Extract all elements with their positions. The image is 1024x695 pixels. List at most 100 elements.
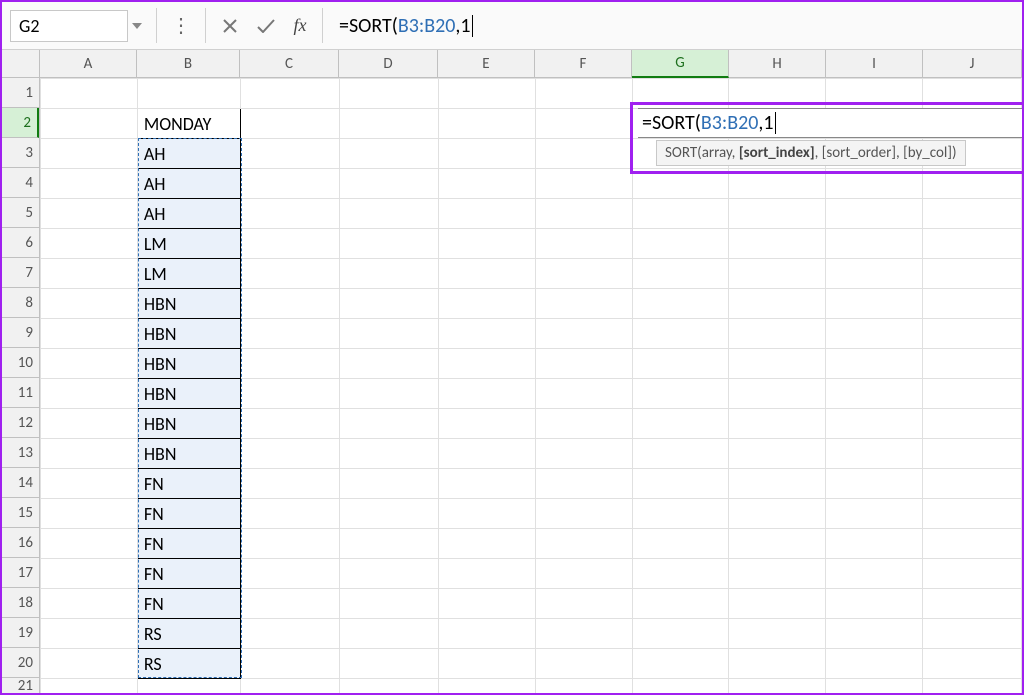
cell[interactable]: [41, 409, 138, 439]
cell[interactable]: [535, 349, 632, 379]
cell[interactable]: [41, 199, 138, 229]
cell[interactable]: AH: [137, 199, 241, 229]
cell[interactable]: [439, 199, 536, 229]
cell[interactable]: [241, 499, 340, 529]
column-header[interactable]: J: [923, 50, 1022, 78]
cell[interactable]: [632, 79, 729, 109]
row-header[interactable]: 18: [2, 588, 39, 618]
cell[interactable]: [340, 289, 439, 319]
cell[interactable]: [729, 439, 826, 469]
cell[interactable]: [826, 649, 923, 679]
cell[interactable]: [826, 379, 923, 409]
cell[interactable]: RS: [137, 619, 241, 649]
cell[interactable]: [41, 559, 138, 589]
cell[interactable]: [923, 349, 1022, 379]
cell[interactable]: [535, 259, 632, 289]
cell[interactable]: [41, 649, 138, 679]
cell[interactable]: [535, 79, 632, 109]
row-header[interactable]: 9: [2, 318, 39, 348]
cell[interactable]: [535, 619, 632, 649]
cell[interactable]: [632, 589, 729, 619]
cell[interactable]: [41, 349, 138, 379]
row-header[interactable]: 4: [2, 168, 39, 198]
name-box[interactable]: G2: [10, 10, 128, 42]
cell[interactable]: [729, 619, 826, 649]
cell[interactable]: [632, 379, 729, 409]
cell[interactable]: [241, 349, 340, 379]
cell[interactable]: [826, 499, 923, 529]
cell[interactable]: [340, 559, 439, 589]
cell[interactable]: [632, 349, 729, 379]
cell[interactable]: [340, 349, 439, 379]
cell[interactable]: [439, 139, 536, 169]
cell[interactable]: [241, 229, 340, 259]
cell[interactable]: RS: [137, 649, 241, 679]
cell[interactable]: [632, 499, 729, 529]
cell[interactable]: [923, 469, 1022, 499]
cell[interactable]: [923, 529, 1022, 559]
cell[interactable]: [729, 289, 826, 319]
cell[interactable]: [632, 649, 729, 679]
cell[interactable]: [826, 289, 923, 319]
cell[interactable]: [41, 259, 138, 289]
cell[interactable]: [729, 679, 826, 694]
cell[interactable]: [439, 349, 536, 379]
row-header[interactable]: 6: [2, 228, 39, 258]
cell[interactable]: [241, 169, 340, 199]
cell[interactable]: AH: [137, 139, 241, 169]
cell[interactable]: [241, 559, 340, 589]
column-header[interactable]: I: [826, 50, 923, 78]
cancel-button[interactable]: [212, 2, 248, 49]
cell[interactable]: [41, 289, 138, 319]
cell[interactable]: [923, 259, 1022, 289]
cell[interactable]: [923, 289, 1022, 319]
cell[interactable]: [535, 649, 632, 679]
cell[interactable]: [340, 259, 439, 289]
cell[interactable]: [729, 589, 826, 619]
cell[interactable]: [241, 469, 340, 499]
cell[interactable]: [826, 439, 923, 469]
cell[interactable]: HBN: [137, 379, 241, 409]
cell[interactable]: [632, 319, 729, 349]
cell[interactable]: [535, 109, 632, 139]
cell[interactable]: [241, 199, 340, 229]
cell[interactable]: [923, 319, 1022, 349]
enter-button[interactable]: [248, 2, 284, 49]
cell[interactable]: [729, 229, 826, 259]
cell[interactable]: [340, 649, 439, 679]
cell[interactable]: [41, 679, 138, 694]
cell[interactable]: [41, 319, 138, 349]
cell[interactable]: [826, 469, 923, 499]
cell[interactable]: [41, 169, 138, 199]
cell[interactable]: [535, 289, 632, 319]
cell[interactable]: [729, 379, 826, 409]
cell[interactable]: [923, 199, 1022, 229]
cell[interactable]: [41, 109, 138, 139]
cell[interactable]: [729, 319, 826, 349]
name-box-dropdown[interactable]: [128, 10, 146, 42]
cell[interactable]: AH: [137, 169, 241, 199]
cells[interactable]: MONDAYAHAHAHLMLMHBNHBNHBNHBNHBNHBNFNFNFN…: [40, 78, 1022, 693]
row-header[interactable]: 2: [2, 108, 39, 138]
cell[interactable]: [535, 439, 632, 469]
column-header[interactable]: H: [729, 50, 826, 78]
row-header[interactable]: 19: [2, 618, 39, 648]
cell[interactable]: [826, 619, 923, 649]
cell[interactable]: [439, 499, 536, 529]
cell[interactable]: [826, 79, 923, 109]
cell[interactable]: [826, 559, 923, 589]
cell[interactable]: [41, 79, 138, 109]
cell[interactable]: [923, 409, 1022, 439]
cell[interactable]: [41, 619, 138, 649]
row-header[interactable]: 13: [2, 438, 39, 468]
cell[interactable]: HBN: [137, 349, 241, 379]
cell[interactable]: [41, 529, 138, 559]
cell[interactable]: [41, 439, 138, 469]
row-header[interactable]: 3: [2, 138, 39, 168]
cell[interactable]: MONDAY: [137, 109, 241, 139]
cell[interactable]: [241, 259, 340, 289]
cell[interactable]: [826, 199, 923, 229]
cell[interactable]: [439, 259, 536, 289]
cell[interactable]: [923, 559, 1022, 589]
cell[interactable]: [729, 469, 826, 499]
